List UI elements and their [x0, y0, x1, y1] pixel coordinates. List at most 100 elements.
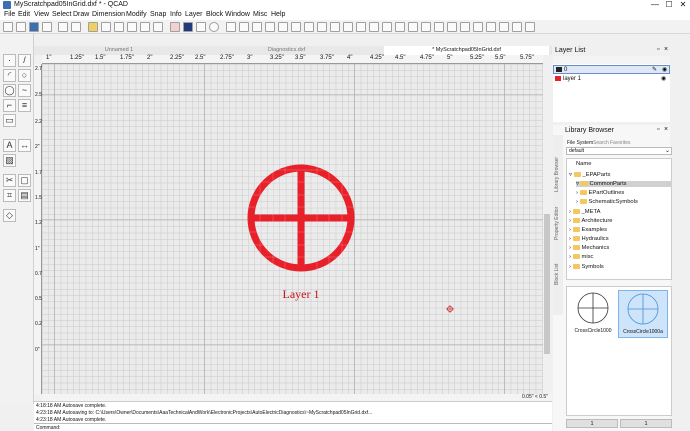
- relative-zero-icon[interactable]: [512, 22, 522, 32]
- color-icon[interactable]: [183, 22, 193, 32]
- linetype-icon[interactable]: [196, 22, 206, 32]
- copy-icon[interactable]: [127, 22, 137, 32]
- tab-favorites[interactable]: Favorites: [610, 140, 631, 146]
- tree-item[interactable]: › Architecture: [569, 218, 612, 224]
- menu-file[interactable]: File: [4, 11, 15, 18]
- snap-on-entity-icon[interactable]: [395, 22, 405, 32]
- menu-misc[interactable]: Misc: [253, 11, 267, 18]
- tab-unnamed-1[interactable]: Unnamed 1: [54, 46, 184, 55]
- panel-float-icon[interactable]: ▫: [657, 46, 659, 53]
- zoom-in-icon[interactable]: [226, 22, 236, 32]
- lock-relative-zero-icon[interactable]: [525, 22, 535, 32]
- edit-layer-icon[interactable]: ✎: [652, 66, 657, 73]
- undo-icon[interactable]: [88, 22, 98, 32]
- drawing-text-label[interactable]: Layer 1: [283, 287, 320, 301]
- spline-tool-icon[interactable]: ~: [18, 84, 31, 97]
- snap-tangent-icon[interactable]: [447, 22, 457, 32]
- snap-end-icon[interactable]: [343, 22, 353, 32]
- maximize-button[interactable]: ☐: [662, 0, 676, 9]
- zoom-window-icon[interactable]: [252, 22, 262, 32]
- text-tool-icon[interactable]: A: [3, 139, 16, 152]
- cross-circle-symbol[interactable]: [247, 164, 355, 272]
- delete-icon[interactable]: [153, 22, 163, 32]
- new-file-icon[interactable]: [3, 22, 13, 32]
- panel-close-icon[interactable]: ×: [664, 46, 668, 53]
- block-tool-icon[interactable]: ▤: [18, 189, 31, 202]
- panel-close-icon[interactable]: ×: [664, 126, 668, 133]
- restrict-vertical-icon[interactable]: [486, 22, 496, 32]
- tab-search[interactable]: Search: [593, 140, 609, 146]
- select-tool-icon[interactable]: ▢: [18, 174, 31, 187]
- snap-intersection-icon[interactable]: [382, 22, 392, 32]
- snap-grid-icon[interactable]: [330, 22, 340, 32]
- menu-select[interactable]: Select: [52, 11, 71, 18]
- menu-info[interactable]: Info: [170, 11, 182, 18]
- command-line[interactable]: Command:: [34, 423, 552, 431]
- save-as-icon[interactable]: [42, 22, 52, 32]
- tab-diagnostics[interactable]: Diagnostics.dxf: [219, 46, 354, 55]
- library-item-selected[interactable]: CrossCircle1000a: [618, 290, 668, 338]
- offset-tool-icon[interactable]: ≡: [18, 99, 31, 112]
- line-tool-icon[interactable]: /: [18, 54, 31, 67]
- library-source-select[interactable]: default ⌄: [566, 147, 672, 155]
- polyline-tool-icon[interactable]: ⌐: [3, 99, 16, 112]
- menu-layer[interactable]: Layer: [185, 11, 203, 18]
- shape-tool-icon[interactable]: ▭: [3, 114, 16, 127]
- dimension-tool-icon[interactable]: ↔: [18, 139, 31, 152]
- tree-item[interactable]: › Examples: [569, 227, 607, 233]
- hatch-tool-icon[interactable]: ▨: [3, 154, 16, 167]
- tab-file-system[interactable]: File System: [566, 140, 595, 146]
- panel-float-icon[interactable]: ▫: [657, 126, 659, 133]
- menu-view[interactable]: View: [34, 11, 49, 18]
- canvas-vertical-scrollbar[interactable]: [543, 64, 551, 394]
- layer-visible-icon[interactable]: ◉: [662, 66, 667, 73]
- tree-item[interactable]: ▿ _EPAParts: [569, 172, 610, 178]
- side-tab-library-browser[interactable]: Library Browser: [554, 147, 562, 192]
- modify-tool-icon[interactable]: ✂: [3, 174, 16, 187]
- tree-item[interactable]: › Mechanics: [569, 245, 609, 251]
- snap-free-icon[interactable]: [421, 22, 431, 32]
- print-preview-icon[interactable]: [71, 22, 81, 32]
- tree-item[interactable]: › EPartOutlines: [576, 190, 624, 196]
- redo-icon[interactable]: [101, 22, 111, 32]
- restrict-horizontal-icon[interactable]: [473, 22, 483, 32]
- menu-window[interactable]: Window: [225, 11, 250, 18]
- menu-block[interactable]: Block: [206, 11, 223, 18]
- snap-center-icon[interactable]: [356, 22, 366, 32]
- pen-icon[interactable]: [170, 22, 180, 32]
- snap-perpendicular-icon[interactable]: [434, 22, 444, 32]
- menu-edit[interactable]: Edit: [18, 11, 30, 18]
- zoom-previous-icon[interactable]: [291, 22, 301, 32]
- close-button[interactable]: ✕: [676, 0, 690, 9]
- tree-item[interactable]: › Hydraulics: [569, 236, 609, 242]
- point-tool-icon[interactable]: ·: [3, 54, 16, 67]
- paste-icon[interactable]: [140, 22, 150, 32]
- redraw-icon[interactable]: [304, 22, 314, 32]
- menu-draw[interactable]: Draw: [73, 11, 89, 18]
- tab-myscratchpad[interactable]: * MyScratchpad05InGrid.dxf: [384, 46, 549, 55]
- side-tab-property-editor[interactable]: Property Editor: [554, 195, 562, 240]
- menu-modify[interactable]: Modify: [126, 11, 147, 18]
- cut-icon[interactable]: [114, 22, 124, 32]
- tree-item[interactable]: › misc: [569, 254, 593, 260]
- tree-item[interactable]: ▿ CommonParts: [576, 181, 672, 188]
- library-item[interactable]: CrossCircle1000: [570, 290, 616, 338]
- open-file-icon[interactable]: [16, 22, 26, 32]
- library-page-indicator[interactable]: 1: [620, 419, 672, 428]
- arc-tool-icon[interactable]: ◜: [3, 69, 16, 82]
- tree-item[interactable]: › _META: [569, 209, 600, 215]
- circle-tool-icon[interactable]: ○: [18, 69, 31, 82]
- side-tab-block-list[interactable]: Block List: [554, 245, 562, 285]
- tree-item[interactable]: › SchematicSymbols: [576, 199, 638, 205]
- snap-distance-icon[interactable]: [408, 22, 418, 32]
- tree-item[interactable]: › Symbols: [569, 264, 604, 270]
- scrollbar-thumb[interactable]: [544, 214, 550, 354]
- library-page-indicator[interactable]: 1: [566, 419, 618, 428]
- minimize-button[interactable]: —: [648, 0, 662, 9]
- zoom-out-icon[interactable]: [239, 22, 249, 32]
- snap-middle-icon[interactable]: [369, 22, 379, 32]
- menu-help[interactable]: Help: [271, 11, 285, 18]
- lineweight-icon[interactable]: [209, 22, 219, 32]
- restrict-angle-icon[interactable]: [499, 22, 509, 32]
- info-tool-icon[interactable]: ⌗: [3, 189, 16, 202]
